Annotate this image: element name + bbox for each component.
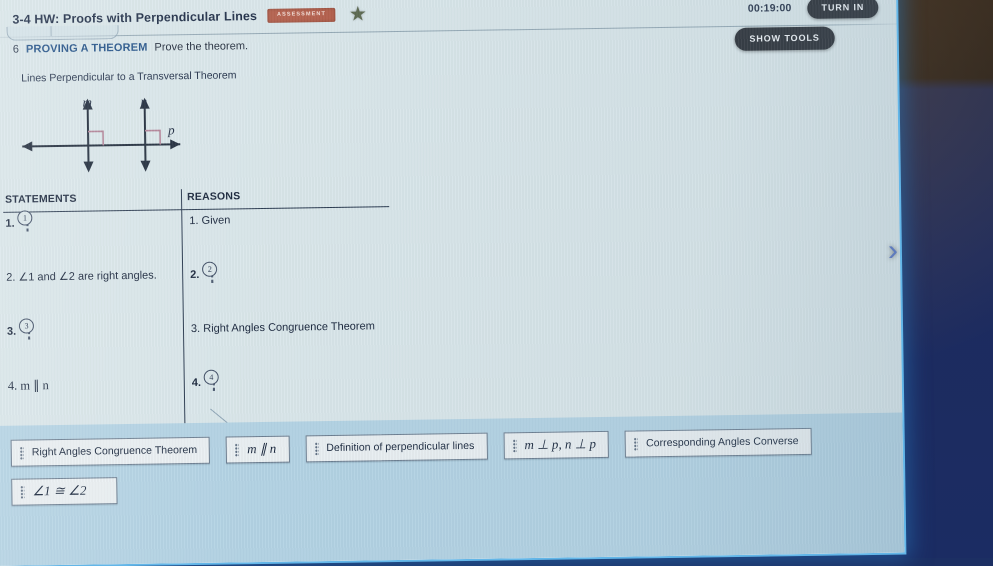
- figure-label-n: n: [140, 93, 148, 109]
- assessment-badge: ASSESSMENT: [266, 8, 336, 23]
- row-3-statement-cell: 3. 3: [6, 318, 35, 341]
- figure-label-m: m: [82, 94, 93, 110]
- page-title: 3-4 HW: Proofs with Perpendicular Lines: [12, 9, 258, 27]
- header-actions: 00:19:00 TURN IN: [748, 0, 879, 19]
- assignment-screen: 3-4 HW: Proofs with Perpendicular Lines …: [0, 0, 905, 566]
- drop-index-3: 3: [19, 318, 35, 334]
- problem-number: 6: [12, 43, 20, 56]
- geometry-figure: m n p: [9, 89, 205, 180]
- row-4-reason-cell: 4. 4: [191, 369, 220, 393]
- drag-handle-icon[interactable]: [512, 438, 517, 452]
- star-icon[interactable]: ★: [349, 3, 367, 25]
- table-row: 1. 1 1. Given: [1, 208, 394, 268]
- answer-tile[interactable]: Corresponding Angles Converse: [624, 427, 812, 458]
- countdown-timer: 00:19:00: [747, 2, 792, 15]
- row-2-reason-cell: 2. 2: [190, 261, 218, 285]
- figure-label-p: p: [167, 122, 175, 138]
- answer-tile[interactable]: ∠1 ≅ ∠2: [11, 477, 118, 506]
- row-4-reason-dropzone[interactable]: 4: [203, 369, 220, 391]
- row-3-reason-text: 3. Right Angles Congruence Theorem: [190, 320, 375, 336]
- answer-tile-label: Right Angles Congruence Theorem: [31, 443, 198, 459]
- row-3-statement-dropzone[interactable]: 3: [19, 318, 35, 340]
- toolbar-sliver-divider: [50, 26, 52, 37]
- row-4-reason-number: 4.: [191, 376, 202, 390]
- turn-in-button[interactable]: TURN IN: [807, 0, 879, 19]
- problem-label: PROVING A THEOREM: [25, 41, 148, 56]
- table-row: 2. ∠1 and ∠2 are right angles. 2. 2: [2, 261, 395, 322]
- drop-index-2: 2: [202, 261, 218, 277]
- drag-handle-icon[interactable]: [314, 441, 319, 455]
- answer-tile-label: m ∥ n: [247, 440, 277, 457]
- answer-tile[interactable]: m ∥ n: [225, 435, 290, 464]
- table-row: 3. 3 3. Right Angles Congruence Theorem: [3, 316, 396, 376]
- answer-tile-label: Definition of perpendicular lines: [326, 439, 475, 455]
- drag-handle-icon[interactable]: [235, 442, 240, 456]
- next-page-chevron-icon[interactable]: ›: [880, 232, 906, 272]
- row-1-statement-cell: 1. 1: [5, 210, 33, 233]
- answer-tile[interactable]: Definition of perpendicular lines: [305, 432, 488, 463]
- row-4-statement-text: 4. m ∥ n: [7, 378, 49, 393]
- row-4-statement-cell: 4. m ∥ n: [8, 375, 49, 396]
- answer-tile[interactable]: Right Angles Congruence Theorem: [10, 436, 211, 467]
- row-1-reason-text: 1. Given: [189, 214, 231, 228]
- answer-tile-label: ∠1 ≅ ∠2: [32, 482, 87, 499]
- drop-index-4: 4: [203, 369, 220, 385]
- proof-table: STATEMENTS REASONS 1. 1 1. Given 2. ∠1 a…: [1, 186, 396, 430]
- reasons-column-header: REASONS: [186, 190, 241, 204]
- drag-handle-icon[interactable]: [20, 485, 25, 499]
- drag-handle-icon[interactable]: [633, 436, 639, 450]
- row-1-statement-number: 1.: [5, 217, 15, 230]
- answer-tile-label: m ⊥ p, n ⊥ p: [524, 436, 597, 453]
- problem-instruction: Prove the theorem.: [154, 40, 249, 54]
- drag-handle-icon[interactable]: [19, 446, 24, 460]
- row-2-reason-dropzone[interactable]: 2: [202, 261, 218, 283]
- row-1-reason-cell: 1. Given: [189, 210, 230, 231]
- show-tools-button[interactable]: SHOW TOOLS: [734, 26, 835, 51]
- row-3-statement-number: 3.: [6, 325, 17, 338]
- row-2-statement-cell: 2. ∠1 and ∠2 are right angles.: [6, 266, 157, 288]
- statements-column-header: STATEMENTS: [4, 192, 77, 206]
- drop-index-1: 1: [17, 210, 33, 226]
- row-2-reason-number: 2.: [190, 268, 200, 282]
- row-2-statement-text: 2. ∠1 and ∠2 are right angles.: [6, 269, 157, 284]
- row-3-reason-cell: 3. Right Angles Congruence Theorem: [191, 316, 375, 339]
- theorem-name: Lines Perpendicular to a Transversal The…: [21, 69, 237, 85]
- answer-tile[interactable]: m ⊥ p, n ⊥ p: [503, 430, 610, 460]
- row-1-statement-dropzone[interactable]: 1: [17, 210, 33, 232]
- problem-stem: 6 PROVING A THEOREM Prove the theorem.: [13, 40, 248, 55]
- toolbar-sliver: [6, 25, 119, 41]
- answer-tile-label: Corresponding Angles Converse: [645, 435, 799, 450]
- answer-tile-tray: Right Angles Congruence Theorem m ∥ n De…: [0, 412, 905, 566]
